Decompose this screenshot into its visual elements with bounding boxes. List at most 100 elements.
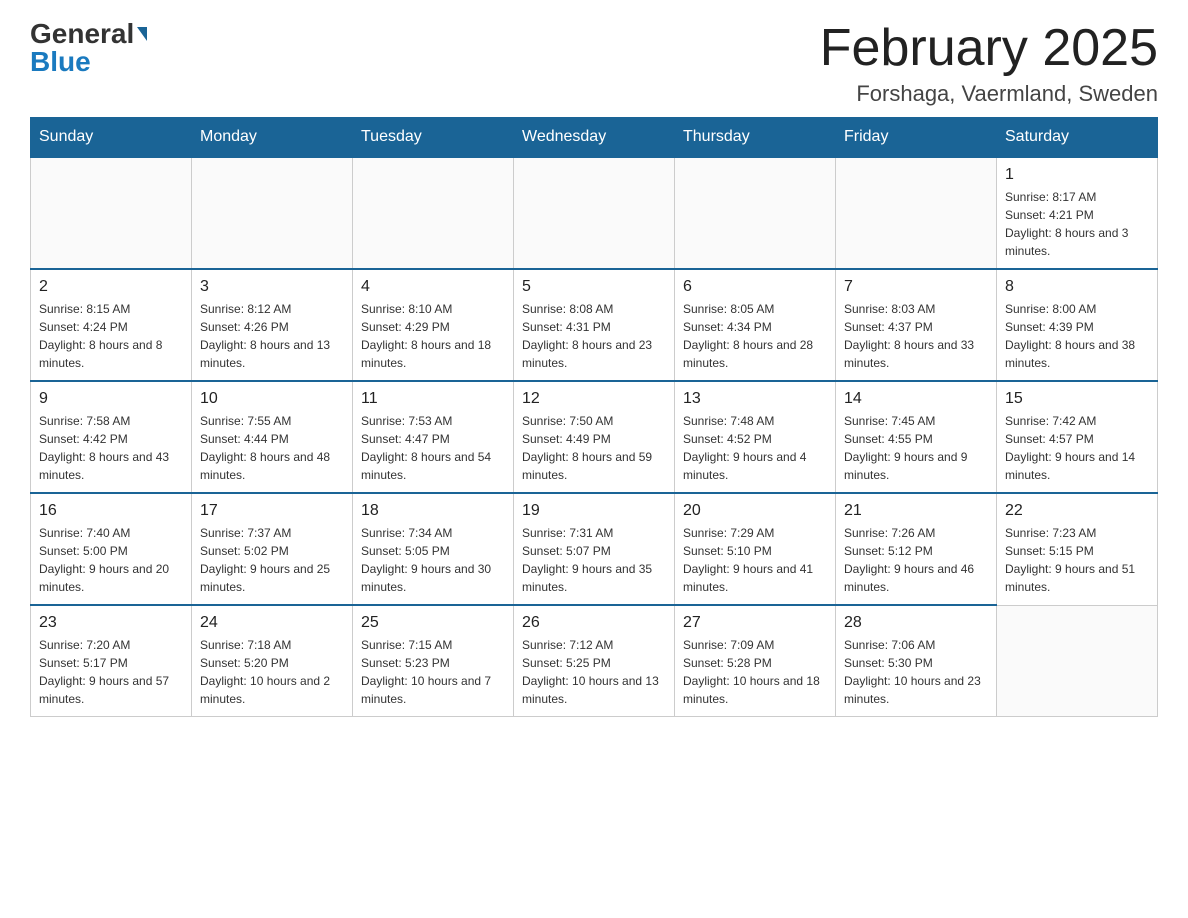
calendar-day-cell: 2 Sunrise: 8:15 AM Sunset: 4:24 PM Daylig…	[31, 269, 192, 381]
calendar-day-cell	[31, 157, 192, 269]
location-subtitle: Forshaga, Vaermland, Sweden	[820, 81, 1158, 107]
calendar-day-cell: 19 Sunrise: 7:31 AM Sunset: 5:07 PM Dayli…	[514, 493, 675, 605]
calendar-day-cell	[836, 157, 997, 269]
calendar-day-cell: 1 Sunrise: 8:17 AM Sunset: 4:21 PM Daylig…	[997, 157, 1158, 269]
calendar-day-cell	[675, 157, 836, 269]
day-info: Sunrise: 7:12 AM Sunset: 5:25 PM Dayligh…	[522, 636, 666, 708]
logo: General Blue	[30, 20, 147, 76]
logo-general-text: General	[30, 20, 134, 48]
day-info: Sunrise: 8:08 AM Sunset: 4:31 PM Dayligh…	[522, 300, 666, 372]
day-info: Sunrise: 7:09 AM Sunset: 5:28 PM Dayligh…	[683, 636, 827, 708]
day-info: Sunrise: 8:05 AM Sunset: 4:34 PM Dayligh…	[683, 300, 827, 372]
logo-arrow-icon	[137, 27, 147, 41]
calendar-day-cell: 17 Sunrise: 7:37 AM Sunset: 5:02 PM Dayli…	[192, 493, 353, 605]
day-number: 9	[39, 390, 183, 408]
day-number: 14	[844, 390, 988, 408]
calendar-day-cell: 8 Sunrise: 8:00 AM Sunset: 4:39 PM Daylig…	[997, 269, 1158, 381]
calendar-day-cell	[997, 605, 1158, 717]
day-number: 12	[522, 390, 666, 408]
day-number: 3	[200, 278, 344, 296]
logo-blue-text: Blue	[30, 48, 91, 76]
day-number: 23	[39, 614, 183, 632]
calendar-day-cell	[192, 157, 353, 269]
calendar-day-cell: 12 Sunrise: 7:50 AM Sunset: 4:49 PM Dayli…	[514, 381, 675, 493]
calendar-day-cell: 9 Sunrise: 7:58 AM Sunset: 4:42 PM Daylig…	[31, 381, 192, 493]
day-number: 2	[39, 278, 183, 296]
calendar-day-cell	[514, 157, 675, 269]
page-header: General Blue February 2025 Forshaga, Vae…	[30, 20, 1158, 107]
calendar-day-cell	[353, 157, 514, 269]
day-info: Sunrise: 8:00 AM Sunset: 4:39 PM Dayligh…	[1005, 300, 1149, 372]
day-info: Sunrise: 7:58 AM Sunset: 4:42 PM Dayligh…	[39, 412, 183, 484]
calendar-day-cell: 11 Sunrise: 7:53 AM Sunset: 4:47 PM Dayli…	[353, 381, 514, 493]
calendar-day-cell: 6 Sunrise: 8:05 AM Sunset: 4:34 PM Daylig…	[675, 269, 836, 381]
day-number: 5	[522, 278, 666, 296]
calendar-header-row: SundayMondayTuesdayWednesdayThursdayFrid…	[31, 118, 1158, 158]
day-info: Sunrise: 8:15 AM Sunset: 4:24 PM Dayligh…	[39, 300, 183, 372]
day-of-week-header: Saturday	[997, 118, 1158, 158]
calendar-day-cell: 22 Sunrise: 7:23 AM Sunset: 5:15 PM Dayli…	[997, 493, 1158, 605]
day-info: Sunrise: 7:50 AM Sunset: 4:49 PM Dayligh…	[522, 412, 666, 484]
calendar-day-cell: 18 Sunrise: 7:34 AM Sunset: 5:05 PM Dayli…	[353, 493, 514, 605]
calendar-day-cell: 21 Sunrise: 7:26 AM Sunset: 5:12 PM Dayli…	[836, 493, 997, 605]
day-number: 22	[1005, 502, 1149, 520]
calendar-day-cell: 27 Sunrise: 7:09 AM Sunset: 5:28 PM Dayli…	[675, 605, 836, 717]
calendar-day-cell: 3Sunrise: 8:12 AM Sunset: 4:26 PM Daylig…	[192, 269, 353, 381]
calendar-day-cell: 15 Sunrise: 7:42 AM Sunset: 4:57 PM Dayli…	[997, 381, 1158, 493]
calendar-day-cell: 4Sunrise: 8:10 AM Sunset: 4:29 PM Daylig…	[353, 269, 514, 381]
day-number: 25	[361, 614, 505, 632]
day-number: 10	[200, 390, 344, 408]
day-info: Sunrise: 7:45 AM Sunset: 4:55 PM Dayligh…	[844, 412, 988, 484]
month-title: February 2025	[820, 20, 1158, 77]
day-number: 21	[844, 502, 988, 520]
day-number: 11	[361, 390, 505, 408]
day-info: Sunrise: 7:31 AM Sunset: 5:07 PM Dayligh…	[522, 524, 666, 596]
day-number: 27	[683, 614, 827, 632]
calendar-week-row: 1 Sunrise: 8:17 AM Sunset: 4:21 PM Daylig…	[31, 157, 1158, 269]
day-number: 8	[1005, 278, 1149, 296]
calendar-day-cell: 5 Sunrise: 8:08 AM Sunset: 4:31 PM Daylig…	[514, 269, 675, 381]
day-info: Sunrise: 8:17 AM Sunset: 4:21 PM Dayligh…	[1005, 188, 1149, 260]
day-number: 17	[200, 502, 344, 520]
calendar-day-cell: 10Sunrise: 7:55 AM Sunset: 4:44 PM Dayli…	[192, 381, 353, 493]
day-info: Sunrise: 7:48 AM Sunset: 4:52 PM Dayligh…	[683, 412, 827, 484]
day-of-week-header: Wednesday	[514, 118, 675, 158]
day-info: Sunrise: 7:40 AM Sunset: 5:00 PM Dayligh…	[39, 524, 183, 596]
day-of-week-header: Sunday	[31, 118, 192, 158]
day-info: Sunrise: 7:53 AM Sunset: 4:47 PM Dayligh…	[361, 412, 505, 484]
calendar-week-row: 23 Sunrise: 7:20 AM Sunset: 5:17 PM Dayli…	[31, 605, 1158, 717]
calendar-day-cell: 16 Sunrise: 7:40 AM Sunset: 5:00 PM Dayli…	[31, 493, 192, 605]
day-number: 19	[522, 502, 666, 520]
day-info: Sunrise: 7:20 AM Sunset: 5:17 PM Dayligh…	[39, 636, 183, 708]
day-number: 24	[200, 614, 344, 632]
calendar-day-cell: 13 Sunrise: 7:48 AM Sunset: 4:52 PM Dayli…	[675, 381, 836, 493]
day-info: Sunrise: 7:23 AM Sunset: 5:15 PM Dayligh…	[1005, 524, 1149, 596]
day-info: Sunrise: 7:37 AM Sunset: 5:02 PM Dayligh…	[200, 524, 344, 596]
day-info: Sunrise: 7:18 AM Sunset: 5:20 PM Dayligh…	[200, 636, 344, 708]
day-number: 26	[522, 614, 666, 632]
calendar-week-row: 2 Sunrise: 8:15 AM Sunset: 4:24 PM Daylig…	[31, 269, 1158, 381]
day-info: Sunrise: 7:42 AM Sunset: 4:57 PM Dayligh…	[1005, 412, 1149, 484]
day-number: 15	[1005, 390, 1149, 408]
calendar-week-row: 16 Sunrise: 7:40 AM Sunset: 5:00 PM Dayli…	[31, 493, 1158, 605]
day-of-week-header: Thursday	[675, 118, 836, 158]
day-info: Sunrise: 7:29 AM Sunset: 5:10 PM Dayligh…	[683, 524, 827, 596]
day-number: 1	[1005, 166, 1149, 184]
day-info: Sunrise: 7:34 AM Sunset: 5:05 PM Dayligh…	[361, 524, 505, 596]
calendar-day-cell: 28 Sunrise: 7:06 AM Sunset: 5:30 PM Dayli…	[836, 605, 997, 717]
day-number: 7	[844, 278, 988, 296]
day-of-week-header: Tuesday	[353, 118, 514, 158]
day-of-week-header: Friday	[836, 118, 997, 158]
day-number: 4	[361, 278, 505, 296]
day-number: 28	[844, 614, 988, 632]
day-number: 13	[683, 390, 827, 408]
day-info: Sunrise: 7:06 AM Sunset: 5:30 PM Dayligh…	[844, 636, 988, 708]
calendar-day-cell: 7Sunrise: 8:03 AM Sunset: 4:37 PM Daylig…	[836, 269, 997, 381]
day-info: Sunrise: 7:15 AM Sunset: 5:23 PM Dayligh…	[361, 636, 505, 708]
day-of-week-header: Monday	[192, 118, 353, 158]
day-number: 16	[39, 502, 183, 520]
day-info: Sunrise: 7:26 AM Sunset: 5:12 PM Dayligh…	[844, 524, 988, 596]
day-number: 18	[361, 502, 505, 520]
calendar-table: SundayMondayTuesdayWednesdayThursdayFrid…	[30, 117, 1158, 717]
day-number: 6	[683, 278, 827, 296]
